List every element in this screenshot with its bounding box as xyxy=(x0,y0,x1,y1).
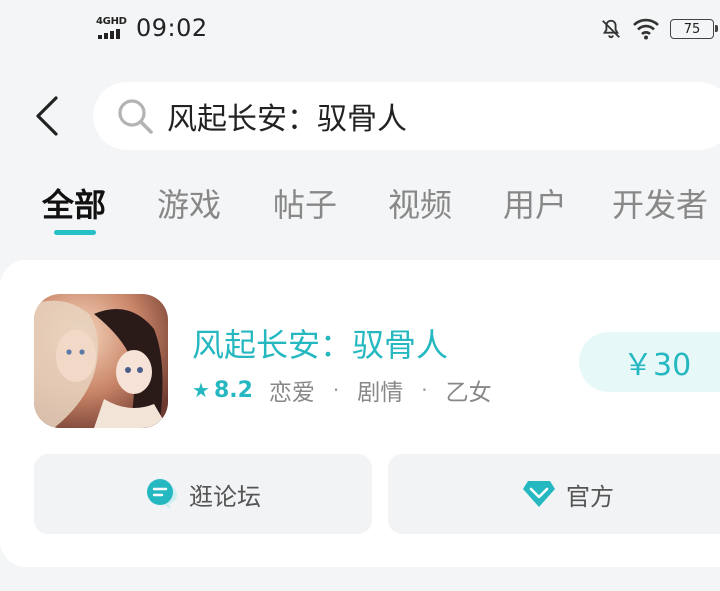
game-title[interactable]: 风起长安：驭骨人 xyxy=(192,320,448,366)
tag-otome: 乙女 xyxy=(445,380,492,406)
network-type: 4GHD xyxy=(96,16,127,27)
tab-users[interactable]: 用户 xyxy=(503,180,567,226)
game-icon[interactable] xyxy=(34,294,168,428)
category-tabs: 全部 游戏 帖子 视频 用户 开发者 xyxy=(0,180,720,240)
forum-label: 逛论坛 xyxy=(189,482,261,511)
battery-indicator: 75 xyxy=(670,19,718,39)
price-button[interactable]: ￥30 xyxy=(579,332,720,392)
game-rating: 8.2 xyxy=(213,377,253,403)
game-cover-art xyxy=(34,294,168,428)
tab-developers[interactable]: 开发者 xyxy=(612,180,708,226)
active-tab-indicator xyxy=(54,230,96,235)
chevron-left-icon xyxy=(36,96,58,136)
chat-bubble-icon xyxy=(147,479,177,509)
status-left: 4GHD 09:02 xyxy=(96,14,208,42)
search-input[interactable]: 风起长安：驭骨人 xyxy=(93,82,720,150)
status-bar: 4GHD 09:02 75 xyxy=(0,0,720,62)
list-divider xyxy=(0,567,720,591)
tab-all[interactable]: 全部 xyxy=(42,180,106,226)
tab-games[interactable]: 游戏 xyxy=(157,180,221,226)
separator-dot: · xyxy=(332,378,340,402)
separator-dot: · xyxy=(421,378,428,402)
official-label: 官方 xyxy=(566,482,614,511)
clock: 09:02 xyxy=(136,14,208,42)
tab-videos[interactable]: 视频 xyxy=(388,180,452,226)
forum-button[interactable]: 逛论坛 xyxy=(34,454,372,534)
wifi-icon xyxy=(633,18,659,40)
price-label: ￥30 xyxy=(623,348,692,383)
tag-story: 剧情 xyxy=(357,380,404,406)
status-right: 75 xyxy=(600,18,718,40)
back-button[interactable] xyxy=(26,92,70,140)
tab-posts[interactable]: 帖子 xyxy=(273,180,337,226)
game-result-card[interactable]: 风起长安：驭骨人 ★ 8.2 恋爱 · 剧情 · 乙女 ￥30 逛论坛 官方 xyxy=(0,260,720,567)
battery-level: 75 xyxy=(683,21,701,37)
diamond-icon xyxy=(523,481,555,507)
network-indicator: 4GHD xyxy=(96,14,130,42)
signal-icon xyxy=(98,29,120,39)
star-icon: ★ xyxy=(192,378,210,402)
mute-bell-icon xyxy=(602,19,620,39)
search-icon xyxy=(118,99,153,134)
search-query: 风起长安：驭骨人 xyxy=(167,102,407,137)
official-button[interactable]: 官方 xyxy=(388,454,720,534)
search-header: 风起长安：驭骨人 xyxy=(0,80,720,156)
tag-romance: 恋爱 xyxy=(268,380,315,406)
game-meta: ★ 8.2 恋爱 · 剧情 · 乙女 xyxy=(192,373,492,407)
